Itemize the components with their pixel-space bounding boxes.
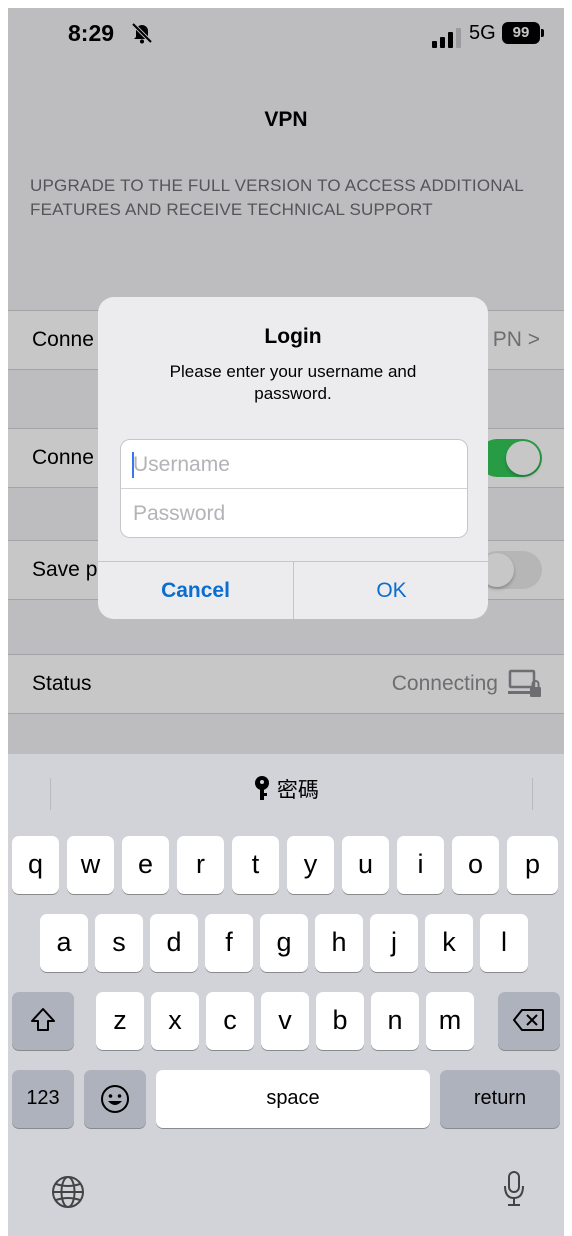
key-s[interactable]: s (95, 914, 143, 972)
password-field[interactable] (120, 488, 468, 538)
key-d[interactable]: d (150, 914, 198, 972)
key-w[interactable]: w (67, 836, 114, 894)
keyboard: 密碼 q w e r t y u i o p a s d f g h j k l… (8, 754, 564, 1236)
key-a[interactable]: a (40, 914, 88, 972)
dialog-message: Please enter your username and password. (169, 362, 417, 403)
shift-key[interactable] (12, 992, 74, 1050)
key-r[interactable]: r (177, 836, 224, 894)
emoji-icon (101, 1085, 129, 1113)
key-l[interactable]: l (480, 914, 528, 972)
username-field[interactable] (120, 439, 468, 488)
space-key[interactable]: space (156, 1070, 430, 1128)
key-h[interactable]: h (315, 914, 363, 972)
key-f[interactable]: f (205, 914, 253, 972)
key-v[interactable]: v (261, 992, 309, 1050)
microphone-icon[interactable] (502, 1170, 526, 1210)
suggestion-label: 密碼 (276, 779, 319, 802)
key-t[interactable]: t (232, 836, 279, 894)
key-g[interactable]: g (260, 914, 308, 972)
cancel-button[interactable]: Cancel (98, 562, 293, 619)
key-n[interactable]: n (371, 992, 419, 1050)
key-b[interactable]: b (316, 992, 364, 1050)
key-c[interactable]: c (206, 992, 254, 1050)
key-u[interactable]: u (342, 836, 389, 894)
key-m[interactable]: m (426, 992, 474, 1050)
key-x[interactable]: x (151, 992, 199, 1050)
key-k[interactable]: k (425, 914, 473, 972)
key-e[interactable]: e (122, 836, 169, 894)
globe-icon[interactable] (50, 1174, 86, 1210)
ok-button[interactable]: OK (294, 562, 488, 619)
shift-icon (31, 1008, 55, 1031)
key-z[interactable]: z (96, 992, 144, 1050)
backspace-icon (513, 1009, 544, 1031)
screen: 8:29 5G 99 VPN UPGRADE TO THE FULL VERSI… (8, 8, 564, 1236)
password-input[interactable] (131, 497, 455, 531)
key-icon (255, 776, 270, 800)
return-key[interactable]: return (440, 1070, 560, 1128)
username-input[interactable] (131, 448, 455, 482)
dialog-title: Login (264, 325, 322, 348)
key-y[interactable]: y (287, 836, 334, 894)
key-q[interactable]: q (12, 836, 59, 894)
emoji-key[interactable] (84, 1070, 146, 1128)
key-p[interactable]: p (507, 836, 558, 894)
key-i[interactable]: i (397, 836, 444, 894)
numbers-key[interactable]: 123 (12, 1070, 74, 1128)
delete-key[interactable] (498, 992, 560, 1050)
key-j[interactable]: j (370, 914, 418, 972)
text-cursor (132, 452, 134, 478)
login-dialog: Login Please enter your username and pas… (98, 297, 488, 619)
key-o[interactable]: o (452, 836, 499, 894)
password-suggestion[interactable]: 密碼 (8, 774, 564, 804)
